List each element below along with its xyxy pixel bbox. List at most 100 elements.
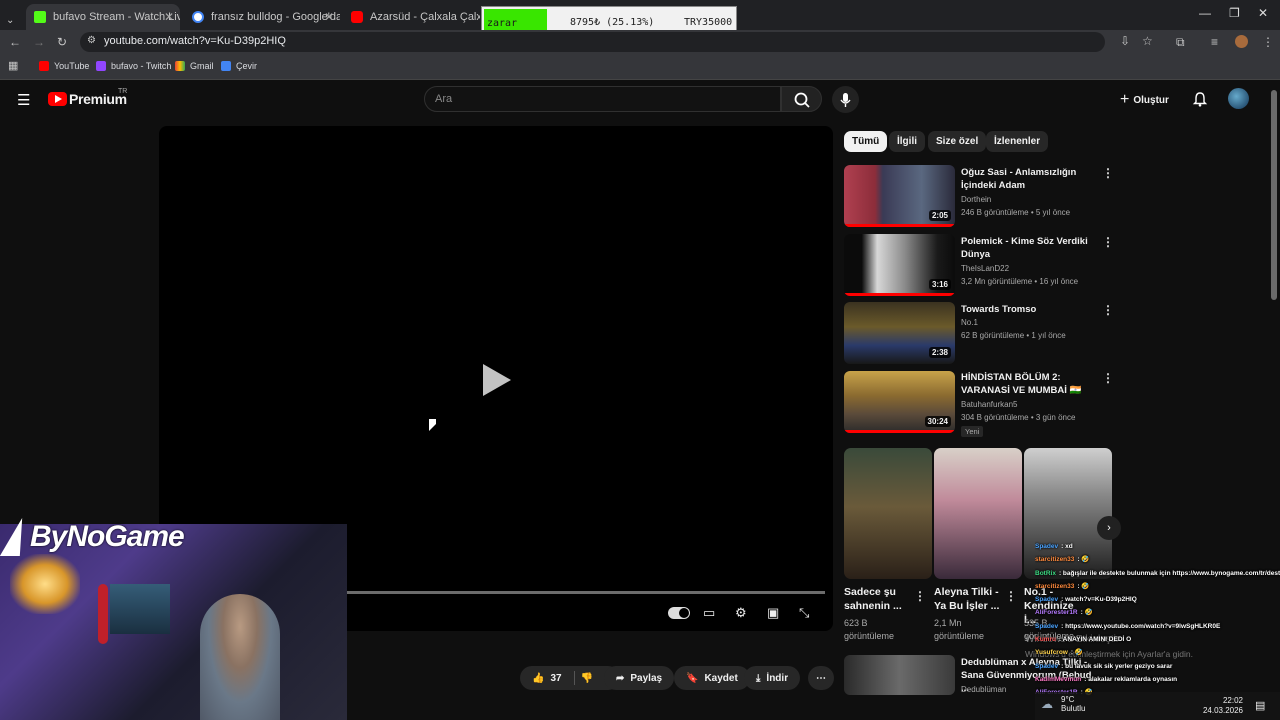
close-icon[interactable]: ✕ — [164, 10, 174, 24]
chat-message: : ANAYIN AMINI DEDİ O — [1058, 636, 1132, 644]
download-button[interactable]: ⤓ İndir — [744, 666, 801, 690]
chip-related[interactable]: İlgili — [889, 131, 925, 152]
bookmark-translate[interactable]: Çevir — [221, 61, 257, 71]
bookmark-youtube[interactable]: YouTube — [39, 61, 89, 71]
rec-title[interactable]: Oğuz Sasi - Anlamsızlığın İçindeki Adam — [961, 166, 1091, 192]
more-vertical-icon[interactable]: ⋮ — [914, 589, 926, 603]
chip-all[interactable]: Tümü — [844, 131, 888, 152]
video-duration: 2:38 — [928, 347, 951, 358]
minimize-icon[interactable]: — — [1199, 6, 1211, 20]
more-vertical-icon[interactable]: ⋮ — [1102, 371, 1114, 385]
chat-username: Spadev — [1035, 543, 1059, 550]
close-window-icon[interactable]: ✕ — [1258, 6, 1268, 20]
microphone-arm — [98, 584, 108, 644]
google-favicon-icon — [192, 11, 204, 23]
tab-bufavo-stream[interactable]: bufavo Stream - Watch Live on ✕ — [26, 4, 180, 30]
notifications-bell-icon[interactable] — [1192, 91, 1208, 107]
bookmark-gmail[interactable]: Gmail — [175, 61, 214, 71]
more-vertical-icon[interactable]: ⋮ — [1102, 166, 1114, 180]
chat-line: Kumru: ANAYIN AMINI DEDİ O — [1035, 633, 1280, 646]
chat-username: starcitizen33 — [1035, 556, 1075, 564]
chat-line: starcitizen33: 🤣 — [1035, 580, 1280, 593]
menu-icon[interactable]: ⋮ — [1262, 35, 1274, 49]
bookmark-star-icon[interactable]: ☆ — [1142, 34, 1153, 48]
close-icon[interactable]: ✕ — [324, 10, 334, 24]
chevron-right-icon[interactable]: › — [1097, 516, 1121, 540]
reload-icon[interactable]: ↻ — [57, 35, 67, 49]
progress-bar[interactable] — [347, 591, 825, 594]
chat-username: Kumru — [1035, 636, 1056, 644]
rec-thumbnail[interactable] — [844, 655, 955, 695]
site-info-icon[interactable]: ⚙ — [87, 35, 96, 46]
profile-avatar-icon[interactable] — [1235, 35, 1248, 48]
clock-date[interactable]: 24.03.2026 — [1191, 706, 1243, 715]
rec-thumbnail[interactable]: 3:16 — [844, 234, 955, 296]
tab-google-search[interactable]: fransız bulldog - Google'da Ara ✕ — [184, 4, 340, 30]
address-bar[interactable]: ⚙ youtube.com/watch?v=Ku-D39p2HIQ ⇩ ☆ — [80, 32, 1153, 52]
rec-thumbnail[interactable]: 30:24 — [844, 371, 955, 433]
more-vertical-icon[interactable]: ⋮ — [1005, 589, 1017, 603]
rec-channel[interactable]: No.1 — [961, 318, 978, 327]
chip-for-you[interactable]: Size özel — [928, 131, 987, 152]
chat-username: Spadev — [1035, 596, 1059, 604]
extensions-icon[interactable]: ⧉ — [1176, 35, 1185, 50]
chat-line: Yusufcrow: 🤣 — [1035, 646, 1280, 659]
more-actions-button[interactable]: ⋯ — [808, 666, 834, 690]
install-app-icon[interactable]: ⇩ — [1120, 34, 1130, 48]
save-button[interactable]: 🔖 Kaydet — [674, 666, 750, 690]
account-avatar[interactable] — [1228, 88, 1249, 109]
play-icon[interactable] — [483, 364, 511, 396]
rec-title[interactable]: Polemick - Kime Söz Verdiki Dünya — [961, 235, 1091, 261]
search-input[interactable]: Ara — [424, 86, 781, 112]
rec-thumbnail[interactable]: 2:05 — [844, 165, 955, 227]
apps-grid-icon[interactable]: ▦ — [8, 59, 18, 72]
clock-time[interactable]: 22:02 — [1203, 696, 1243, 705]
thumbs-up-icon[interactable]: 👍 — [532, 673, 544, 684]
fullscreen-icon[interactable]: ⤡ — [799, 605, 809, 621]
chat-message: : 🤣 — [1077, 556, 1090, 564]
short-title[interactable]: Sadece şu sahnenin ... — [844, 585, 920, 613]
bookmark-twitch[interactable]: bufavo - Twitch — [96, 61, 171, 71]
chat-line: AliForester1R: 🤣 — [1035, 606, 1280, 619]
rec-channel[interactable]: Dorthein — [961, 195, 991, 204]
settings-gear-icon[interactable]: ⚙ — [735, 605, 747, 621]
rec-thumbnail[interactable]: 2:38 — [844, 302, 955, 364]
rec-title[interactable]: HİNDİSTAN BÖLÜM 2: VARANASİ VE MUMBAİ 🇮🇳 — [961, 371, 1091, 397]
voice-search-button[interactable] — [832, 86, 859, 113]
subtitles-icon[interactable]: ▭ — [703, 605, 715, 621]
more-vertical-icon[interactable]: ⋮ — [1102, 235, 1114, 249]
tab-youtube-video[interactable]: Azarsüd - Çalxala Çalxala Rekl — [343, 4, 480, 30]
hamburger-menu-icon[interactable]: ☰ — [17, 91, 30, 109]
rec-title[interactable]: Towards Tromso — [961, 303, 1091, 316]
more-vertical-icon[interactable]: ⋮ — [1102, 303, 1114, 317]
restore-icon[interactable]: ❐ — [1229, 6, 1240, 20]
new-badge: Yeni — [961, 426, 984, 437]
short-thumbnail[interactable] — [934, 448, 1022, 579]
theater-mode-icon[interactable]: ▣ — [767, 605, 779, 621]
create-button[interactable]: + Oluştur — [1120, 91, 1169, 109]
short-title[interactable]: Aleyna Tilki - Ya Bu İşler ... — [934, 585, 1010, 613]
chat-line: Spadev: bu lavuk sik sik yerler geziyo s… — [1035, 660, 1280, 673]
thumbs-down-icon[interactable]: 👎 — [581, 673, 593, 684]
page-scrollbar[interactable] — [1271, 90, 1277, 300]
chat-message: : https://www.youtube.com/watch?v=9lwSgH… — [1061, 622, 1221, 630]
like-count: 37 — [550, 672, 562, 684]
search-button[interactable] — [781, 86, 822, 112]
rec-channel[interactable]: Dedublüman — [961, 685, 1006, 694]
chip-watched[interactable]: İzlenenler — [986, 131, 1049, 152]
save-label: Kaydet — [704, 672, 738, 684]
watched-progress-bar — [844, 293, 955, 296]
rec-channel[interactable]: Batuhanfurkan5 — [961, 400, 1018, 409]
autoplay-toggle[interactable] — [668, 607, 690, 619]
back-icon[interactable]: ← — [9, 35, 21, 49]
rec-channel[interactable]: TheIsLanD22 — [961, 264, 1009, 273]
ticker-target: TRY35000 — [684, 17, 733, 28]
share-button[interactable]: ➦ Paylaş — [604, 666, 675, 690]
chat-line: starcitizen33: 🤣 — [1035, 553, 1280, 566]
notification-center-icon[interactable]: ▤ — [1255, 699, 1265, 712]
media-control-icon[interactable]: ≡ — [1211, 35, 1218, 49]
twitch-icon — [96, 61, 106, 71]
forward-icon[interactable]: → — [33, 35, 45, 49]
chat-username: starcitizen33 — [1035, 582, 1075, 590]
short-thumbnail[interactable] — [844, 448, 932, 579]
